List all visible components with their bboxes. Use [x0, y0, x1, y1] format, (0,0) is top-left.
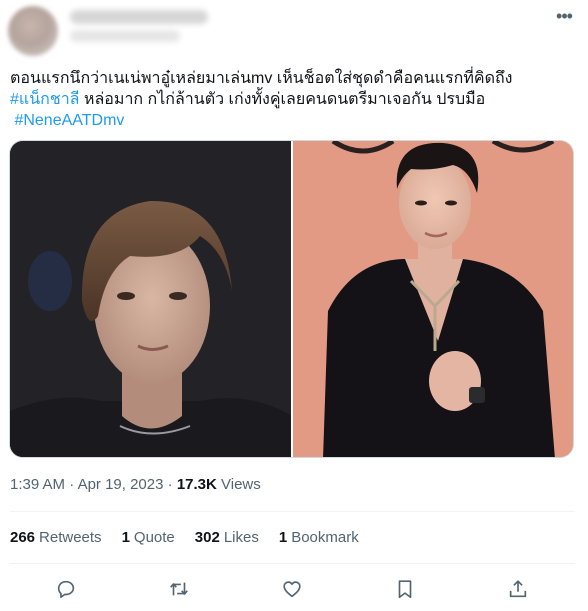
- tweet-text-fragment: หล่อมาก กไก่ล้านตัว เก่งทั้งคู่เลยคนดนตร…: [79, 91, 486, 108]
- tweet-text-line-1: ตอนแรกนึกว่าเนเน่พาอู๋เหล่ยมาเล่นmv เห็น…: [10, 70, 513, 87]
- bookmarks-count: 1: [278, 529, 288, 546]
- tweet-text-line-3: #NeneAATDmv: [10, 110, 580, 131]
- retweets-label: Retweets: [39, 529, 102, 546]
- quotes-label: Quote: [133, 529, 175, 546]
- hashtag-link[interactable]: #NeneAATDmv: [14, 112, 124, 129]
- portrait-photo-left: [10, 141, 291, 457]
- author-name-blurred[interactable]: [70, 10, 208, 24]
- like-icon: [283, 581, 301, 598]
- retweets-count: 266: [10, 529, 36, 546]
- share-icon: [509, 580, 527, 598]
- bookmark-icon: [398, 580, 412, 599]
- likes-count: 302: [194, 529, 220, 546]
- reply-icon: [57, 580, 75, 599]
- quotes-stat[interactable]: 1 Quote: [122, 529, 175, 546]
- like-button[interactable]: [279, 576, 305, 602]
- more-icon[interactable]: •••: [552, 6, 576, 26]
- meta-separator: ·: [69, 476, 75, 493]
- author-handle-blurred[interactable]: [70, 30, 180, 42]
- retweet-icon: [170, 582, 188, 596]
- portrait-photo-right: [293, 141, 573, 457]
- photo-2[interactable]: [293, 141, 573, 457]
- avatar[interactable]: [8, 6, 58, 56]
- tweet-meta: 1:39 AM · Apr 19, 2023 · 17.3K Views: [10, 476, 261, 493]
- views-count: 17.3K: [176, 476, 217, 493]
- bookmarks-stat[interactable]: 1 Bookmark: [279, 529, 359, 546]
- reply-button[interactable]: [53, 576, 79, 602]
- retweet-button[interactable]: [166, 576, 192, 602]
- meta-separator: ·: [167, 476, 173, 493]
- bookmark-button[interactable]: [392, 576, 418, 602]
- hashtag-link[interactable]: #แน็กชาลี: [10, 91, 79, 108]
- bookmarks-label: Bookmark: [291, 529, 359, 546]
- tweet-header: •••: [0, 0, 588, 62]
- tweet-text-line-2: #แน็กชาลี หล่อมาก กไก่ล้านตัว เก่งทั้งคู…: [10, 89, 580, 110]
- tweet-time[interactable]: 1:39 AM: [10, 476, 65, 493]
- share-button[interactable]: [505, 576, 531, 602]
- views-label: Views: [221, 476, 261, 493]
- likes-stat[interactable]: 302 Likes: [195, 529, 259, 546]
- retweets-stat[interactable]: 266 Retweets: [10, 529, 102, 546]
- photo-1[interactable]: [10, 141, 291, 457]
- engagement-stats: 266 Retweets 1 Quote 302 Likes 1 Bookmark: [10, 529, 359, 546]
- tweet-text: ตอนแรกนึกว่าเนเน่พาอู๋เหล่ยมาเล่นmv เห็น…: [10, 68, 580, 131]
- quotes-count: 1: [121, 529, 130, 546]
- divider: [10, 563, 575, 564]
- media-grid: [9, 140, 574, 458]
- likes-label: Likes: [223, 529, 259, 546]
- divider: [10, 511, 575, 512]
- action-bar: [0, 576, 588, 602]
- tweet-date[interactable]: Apr 19, 2023: [78, 476, 164, 493]
